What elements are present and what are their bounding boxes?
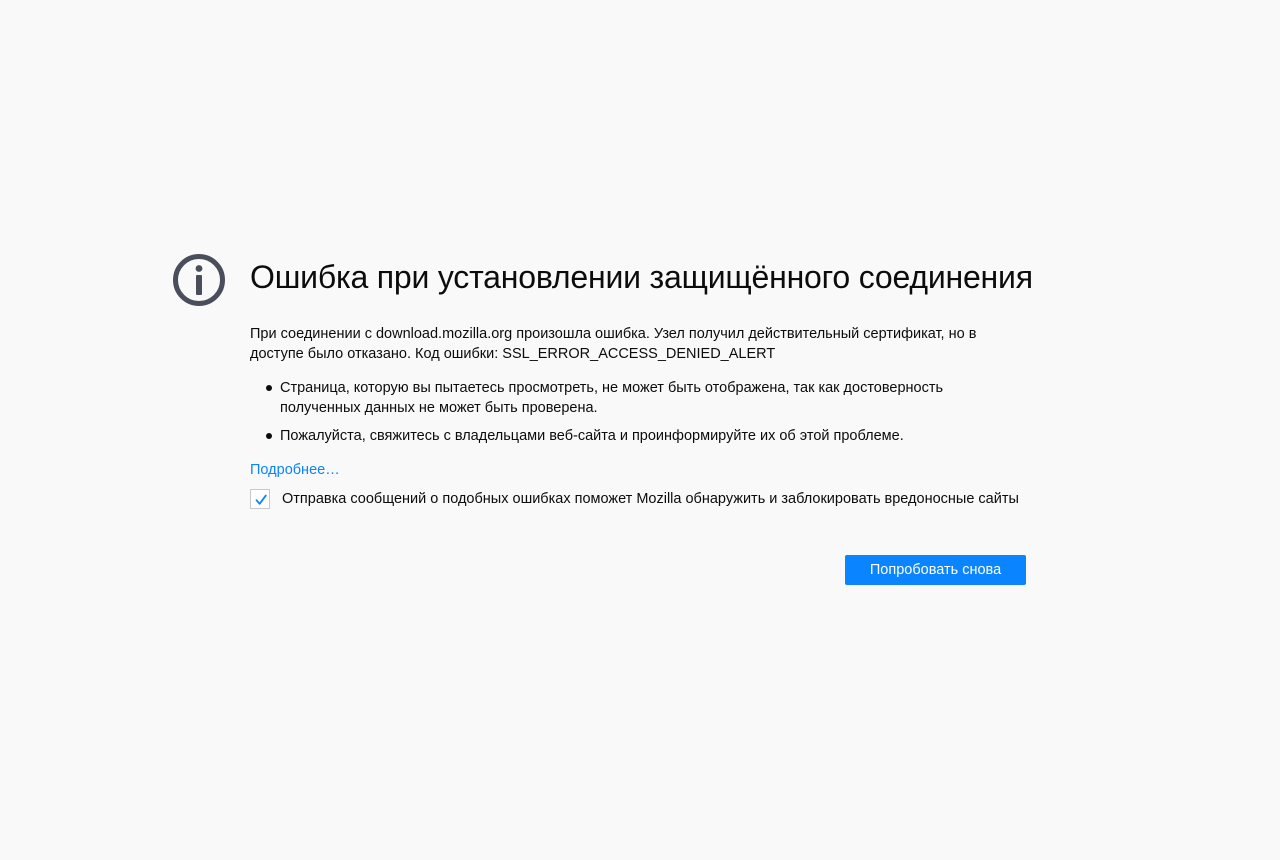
error-bullet-text: Пожалуйста, свяжитесь с владельцами веб-… [280, 428, 904, 444]
info-icon [173, 254, 225, 306]
learn-more-link[interactable]: Подробнее… [250, 460, 340, 480]
error-description: При соединении с download.mozilla.org пр… [250, 326, 977, 362]
button-row: Попробовать снова [250, 555, 1026, 585]
checkmark-icon [255, 494, 267, 505]
try-again-button[interactable]: Попробовать снова [845, 555, 1026, 585]
error-title: Ошибка при установлении защищённого соед… [250, 259, 1033, 295]
error-bullet: Пожалуйста, свяжитесь с владельцами веб-… [266, 426, 1026, 446]
report-errors-checkbox[interactable] [250, 489, 270, 509]
error-bullet-list: Страница, которую вы пытаетесь просмотре… [250, 378, 1026, 446]
error-page: Ошибка при установлении защищённого соед… [173, 250, 1033, 585]
error-bullet-text: Страница, которую вы пытаетесь просмотре… [280, 380, 944, 416]
error-bullet: Страница, которую вы пытаетесь просмотре… [266, 378, 1026, 418]
bullet-dot-icon [266, 385, 272, 391]
report-errors-label: Отправка сообщений о подобных ошибках по… [282, 491, 1019, 507]
report-errors-row: Отправка сообщений о подобных ошибках по… [250, 489, 1026, 529]
bullet-dot-icon [266, 433, 272, 439]
